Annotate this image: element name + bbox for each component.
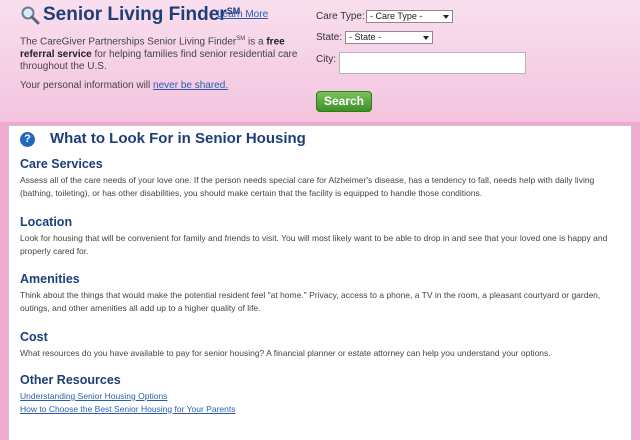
section-heading: Location (20, 215, 73, 229)
section-text: What resources do you have available to … (20, 348, 551, 358)
section-location: Location Look for housing that will be c… (20, 215, 620, 258)
section-heading: Care Services (20, 157, 103, 171)
page-title: What to Look For in Senior Housing (50, 130, 306, 147)
resource-link[interactable]: How to Choose the Best Senior Housing fo… (20, 403, 620, 416)
search-button[interactable]: Search (316, 91, 372, 112)
finder-intro: The CareGiver Partnerships Senior Living… (20, 36, 298, 73)
learn-more-link[interactable]: Learn More (217, 9, 268, 20)
finder-title: Senior Living FinderSM (43, 4, 241, 25)
never-shared-link[interactable]: never be shared. (153, 80, 228, 91)
chevron-down-icon (443, 15, 449, 19)
help-icon: ? (20, 132, 35, 147)
section-heading: Amenities (20, 272, 80, 286)
city-label: City: (316, 54, 336, 65)
care-type-select[interactable]: - Care Type - (366, 10, 453, 23)
city-input[interactable] (339, 52, 526, 74)
privacy-note: Your personal information will never be … (20, 80, 229, 91)
magnifier-icon (21, 6, 40, 25)
info-panel: ? What to Look For in Senior Housing Car… (8, 125, 632, 440)
finder-header: Senior Living FinderSM Learn More The Ca… (0, 0, 640, 122)
state-select[interactable]: - State - (345, 31, 433, 44)
section-other-resources: Other Resources Understanding Senior Hou… (20, 373, 620, 415)
section-heading: Cost (20, 330, 48, 344)
chevron-down-icon (423, 36, 429, 40)
care-type-label: Care Type: (316, 11, 365, 22)
section-cost: Cost What resources do you have availabl… (20, 330, 620, 360)
section-text: Look for housing that will be convenient… (20, 233, 608, 256)
resource-link[interactable]: Understanding Senior Housing Options (20, 390, 620, 403)
section-amenities: Amenities Think about the things that wo… (20, 272, 620, 315)
section-text: Think about the things that would make t… (20, 290, 601, 313)
section-text: Assess all of the care needs of your lov… (20, 175, 595, 198)
section-care-services: Care Services Assess all of the care nee… (20, 157, 620, 200)
state-label: State: (316, 32, 343, 43)
section-heading: Other Resources (20, 373, 121, 387)
